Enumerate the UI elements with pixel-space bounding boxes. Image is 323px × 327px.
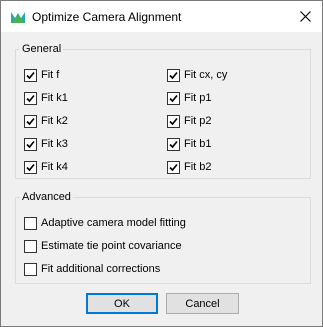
fit-p2-checkbox[interactable]: Fit p2 [167, 113, 212, 129]
fit-k1-checkbox[interactable]: Fit k1 [24, 90, 68, 106]
cancel-button[interactable]: Cancel [166, 293, 239, 314]
checkbox-box [24, 216, 37, 230]
checkbox-box [24, 91, 37, 105]
fit-additional-corrections-label: Fit additional corrections [41, 263, 161, 275]
checkmark-icon [169, 163, 178, 171]
title-bar: Optimize Camera Alignment [1, 1, 322, 32]
checkbox-box [24, 68, 37, 82]
dialog-title: Optimize Camera Alignment [32, 10, 182, 24]
checkmark-icon [26, 71, 35, 79]
checkbox-box [24, 114, 37, 128]
checkmark-icon [26, 117, 35, 125]
checkbox-box [167, 68, 180, 82]
general-legend: General [20, 42, 64, 56]
app-logo-icon [11, 12, 25, 23]
fit-additional-corrections-checkbox[interactable]: Fit additional corrections [24, 261, 160, 277]
fit-k4-label: Fit k4 [41, 161, 68, 173]
estimate-tie-point-covariance-label: Estimate tie point covariance [41, 240, 182, 252]
fit-b1-label: Fit b1 [184, 138, 212, 150]
fit-p1-checkbox[interactable]: Fit p1 [167, 90, 212, 106]
checkbox-box [167, 91, 180, 105]
general-group: General Fit f Fit k1 Fit k2 Fit k3 Fit k… [15, 42, 311, 179]
fit-cx-cy-label: Fit cx, cy [184, 69, 228, 81]
checkmark-icon [169, 71, 178, 79]
optimize-camera-alignment-dialog: Optimize Camera Alignment General Fit f … [0, 0, 323, 327]
adaptive-camera-model-fitting-label: Adaptive camera model fitting [41, 217, 186, 229]
checkbox-box [24, 160, 37, 174]
fit-p1-label: Fit p1 [184, 92, 212, 104]
fit-b2-label: Fit b2 [184, 161, 212, 173]
fit-k2-checkbox[interactable]: Fit k2 [24, 113, 68, 129]
checkbox-box [167, 137, 180, 151]
checkmark-icon [26, 94, 35, 102]
ok-button[interactable]: OK [86, 293, 158, 314]
adaptive-camera-model-fitting-checkbox[interactable]: Adaptive camera model fitting [24, 215, 186, 231]
checkmark-icon [169, 140, 178, 148]
close-icon [299, 11, 311, 22]
fit-p2-label: Fit p2 [184, 115, 212, 127]
fit-b2-checkbox[interactable]: Fit b2 [167, 159, 212, 175]
checkmark-icon [169, 94, 178, 102]
fit-cx-cy-checkbox[interactable]: Fit cx, cy [167, 67, 227, 83]
fit-b1-checkbox[interactable]: Fit b1 [167, 136, 212, 152]
estimate-tie-point-covariance-checkbox[interactable]: Estimate tie point covariance [24, 238, 182, 254]
checkbox-box [24, 137, 37, 151]
checkbox-box [24, 262, 37, 276]
fit-k4-checkbox[interactable]: Fit k4 [24, 159, 68, 175]
checkbox-box [167, 160, 180, 174]
checkmark-icon [26, 140, 35, 148]
checkmark-icon [26, 163, 35, 171]
fit-f-label: Fit f [41, 69, 60, 81]
fit-k1-label: Fit k1 [41, 92, 68, 104]
fit-k2-label: Fit k2 [41, 115, 68, 127]
checkbox-box [24, 239, 37, 253]
fit-f-checkbox[interactable]: Fit f [24, 67, 59, 83]
fit-k3-checkbox[interactable]: Fit k3 [24, 136, 68, 152]
checkmark-icon [169, 117, 178, 125]
fit-k3-label: Fit k3 [41, 138, 68, 150]
advanced-legend: Advanced [20, 190, 73, 204]
close-button[interactable] [288, 1, 322, 32]
checkbox-box [167, 114, 180, 128]
advanced-group: Advanced Adaptive camera model fitting E… [15, 190, 311, 284]
